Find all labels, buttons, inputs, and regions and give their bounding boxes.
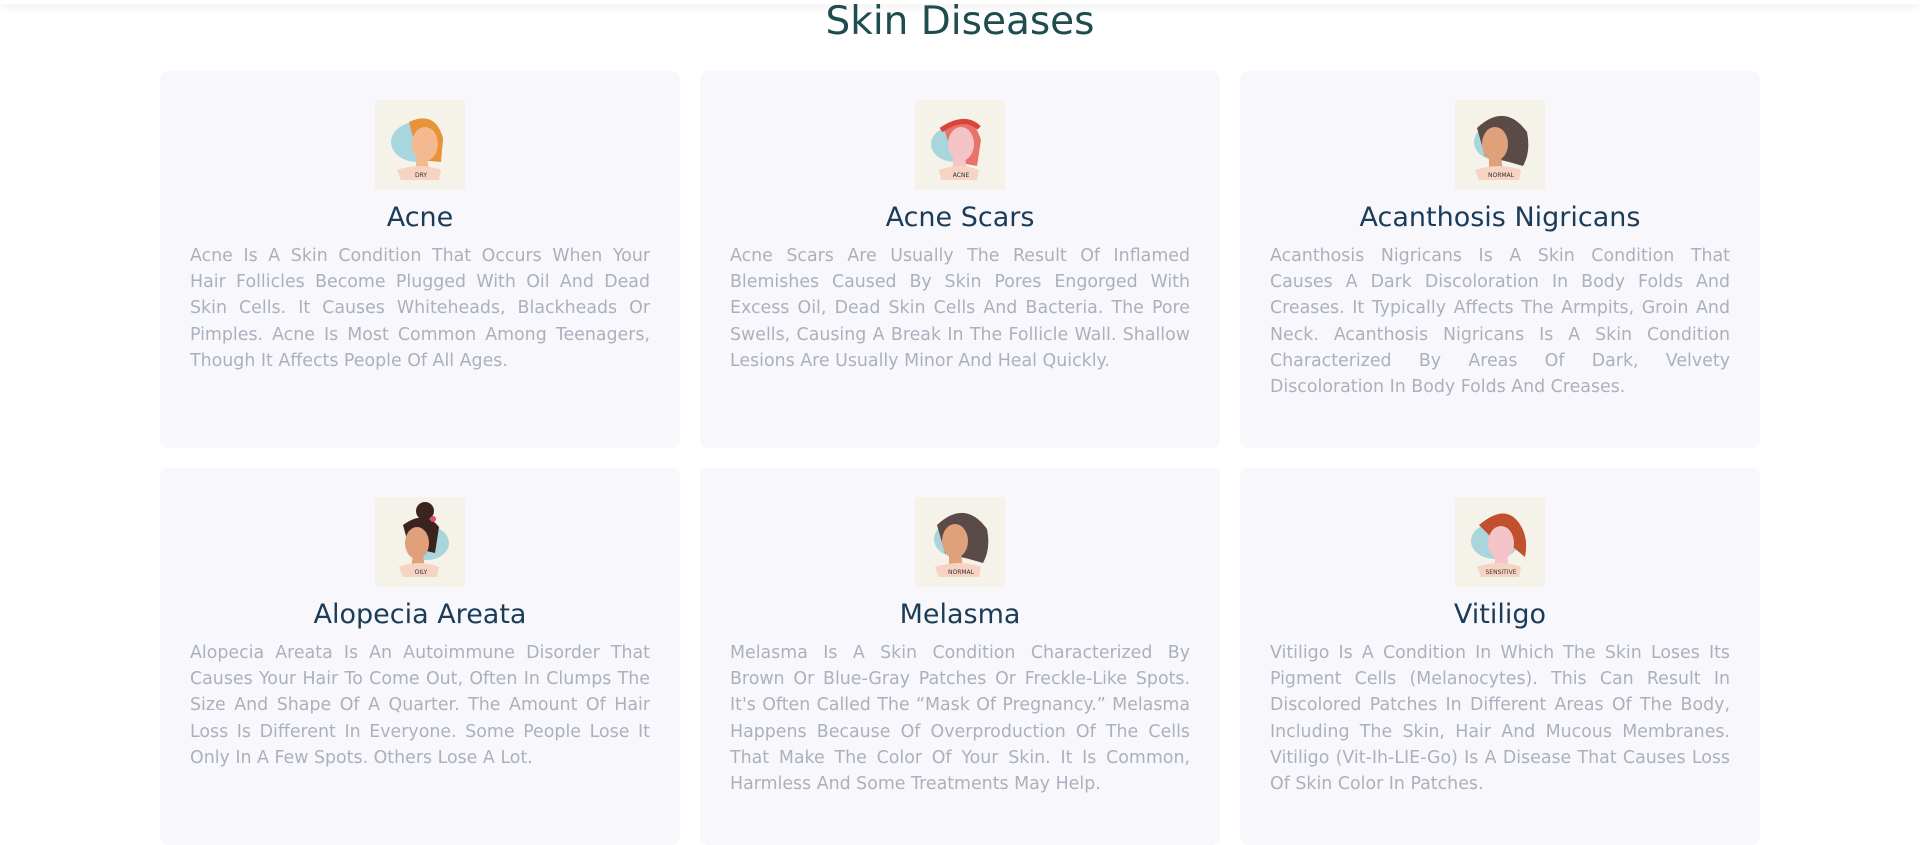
skin-type-badge: DRY [415,172,427,179]
disease-card-vitiligo[interactable]: SENSITIVE Vitiligo Vitiligo Is A Conditi… [1240,468,1760,845]
face-illustration-oily: OILY [375,497,465,587]
card-title: Alopecia Areata [313,599,527,630]
face-illustration-dry: DRY [375,100,465,190]
card-description: Alopecia Areata Is An Autoimmune Disorde… [190,643,650,768]
card-title: Melasma [899,599,1021,630]
skin-type-badge: NORMAL [1488,172,1515,179]
skin-type-badge: OILY [415,569,428,576]
card-description: Acanthosis Nigricans Is A Skin Condition… [1270,246,1730,398]
face-illustration-sensitive: SENSITIVE [1455,497,1545,587]
skin-type-badge: ACNE [953,172,970,179]
card-title: Acanthosis Nigricans [1359,202,1641,233]
disease-card-acne[interactable]: DRY Acne Acne Is A Skin Condition That O… [160,71,680,448]
section-title: Skin Diseases [825,0,1095,44]
card-description: Acne Is A Skin Condition That Occurs Whe… [190,246,650,371]
face-illustration-acne: ACNE [915,100,1005,190]
disease-card-melasma[interactable]: NORMAL Melasma Melasma Is A Skin Conditi… [700,468,1220,845]
card-description: Melasma Is A Skin Condition Characterize… [730,643,1190,795]
card-title: Acne [386,202,454,233]
card-title: Acne Scars [885,202,1035,233]
disease-card-grid: DRY Acne Acne Is A Skin Condition That O… [160,71,1761,845]
card-description: Vitiligo Is A Condition In Which The Ski… [1270,643,1730,795]
card-title: Vitiligo [1453,599,1547,630]
disease-card-alopecia-areata[interactable]: OILY Alopecia Areata Alopecia Areata Is … [160,468,680,845]
disease-card-acanthosis-nigricans[interactable]: NORMAL Acanthosis Nigricans Acanthosis N… [1240,71,1760,448]
card-description: Acne Scars Are Usually The Result Of Inf… [730,246,1190,371]
skin-type-badge: NORMAL [948,569,975,576]
face-illustration-normal: NORMAL [1455,100,1545,190]
face-illustration-normal: NORMAL [915,497,1005,587]
disease-card-acne-scars[interactable]: ACNE Acne Scars Acne Scars Are Usually T… [700,71,1220,448]
skin-type-badge: SENSITIVE [1486,569,1517,576]
